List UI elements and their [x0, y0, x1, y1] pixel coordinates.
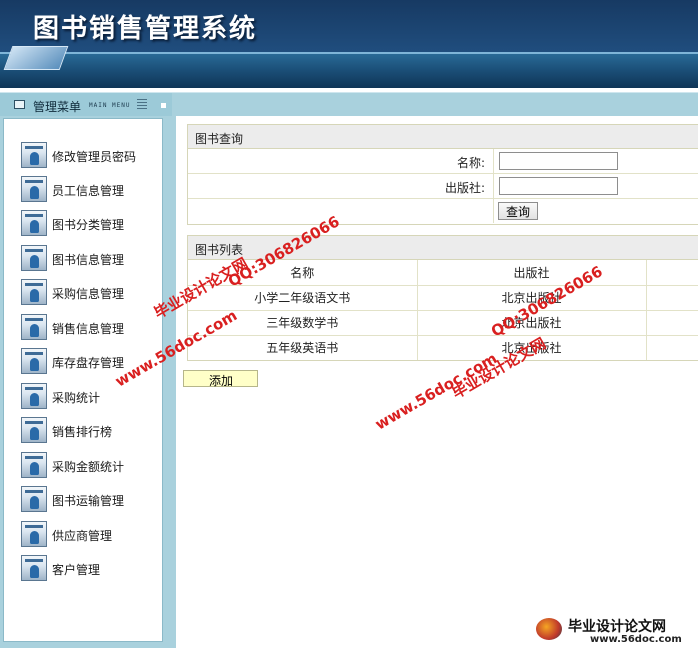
sidebar-frame: 修改管理员密码 员工信息管理 图书分类管理 图书信息管理 采购信息管理 销售信息… — [0, 116, 172, 648]
sidebar-item-label: 图书分类管理 — [52, 218, 125, 232]
query-row-actions: 查询 — [188, 199, 698, 224]
sidebar-item-book-shipping[interactable]: 图书运输管理 — [21, 484, 161, 514]
sidebar-item-supplier[interactable]: 供应商管理 — [21, 519, 161, 549]
sidebar-item-label: 采购信息管理 — [52, 287, 125, 301]
query-panel-title: 图书查询 — [188, 125, 698, 149]
menu-bar-left: 管理菜单 MAIN MENU — [0, 93, 172, 117]
menu-lines-icon — [137, 99, 147, 111]
app-title: 图书销售管理系统 — [33, 14, 258, 44]
column-header-actions — [646, 260, 698, 286]
user-icon — [21, 417, 47, 443]
menu-subtitle: MAIN MENU — [89, 102, 131, 109]
cell-actions — [646, 285, 698, 311]
sidebar-item-book-category[interactable]: 图书分类管理 — [21, 208, 161, 238]
monitor-graphic — [3, 46, 69, 70]
user-icon — [21, 176, 47, 202]
user-icon — [21, 142, 47, 168]
book-table: 名称 出版社 小学二年级语文书 北京出版社 三年级数学书 北京出版社 五年级英语… — [188, 260, 698, 360]
publisher-label: 出版社: — [188, 174, 494, 198]
table-row: 五年级英语书 北京出版社 — [188, 335, 698, 360]
menu-bar: 管理菜单 MAIN MENU — [0, 92, 698, 117]
add-button[interactable]: 添加 — [183, 370, 258, 388]
sidebar-item-label: 员工信息管理 — [52, 184, 125, 198]
user-icon — [21, 486, 47, 512]
search-button[interactable]: 查询 — [498, 202, 538, 220]
sidebar-item-purchase-info[interactable]: 采购信息管理 — [21, 277, 161, 307]
user-icon — [21, 245, 47, 271]
name-label: 名称: — [188, 149, 494, 173]
table-row: 小学二年级语文书 北京出版社 — [188, 285, 698, 311]
sidebar-item-label: 图书信息管理 — [52, 253, 125, 267]
cell-name: 小学二年级语文书 — [188, 285, 418, 311]
sidebar-item-purchase-stats[interactable]: 采购统计 — [21, 381, 161, 411]
sidebar-item-label: 修改管理员密码 — [52, 150, 137, 164]
header-band — [0, 52, 698, 88]
user-icon — [21, 383, 47, 409]
cell-actions — [646, 335, 698, 360]
sidebar-item-purchase-amount-stats[interactable]: 采购金额统计 — [21, 450, 161, 480]
sidebar-item-sales-ranking[interactable]: 销售排行榜 — [21, 415, 161, 445]
user-icon — [21, 279, 47, 305]
name-input[interactable] — [499, 152, 618, 170]
user-icon — [21, 521, 47, 547]
sidebar-item-label: 采购统计 — [52, 391, 101, 405]
user-icon — [21, 314, 47, 340]
sidebar-item-label: 库存盘存管理 — [52, 356, 125, 370]
brand-url: www.56doc.com — [590, 634, 682, 645]
column-header-publisher: 出版社 — [417, 260, 647, 286]
sidebar-item-book-info[interactable]: 图书信息管理 — [21, 243, 161, 273]
cell-actions — [646, 310, 698, 336]
sidebar-item-label: 供应商管理 — [52, 529, 113, 543]
query-action-spacer — [188, 199, 494, 223]
publisher-input[interactable] — [499, 177, 618, 195]
user-icon — [21, 452, 47, 478]
cell-name: 五年级英语书 — [188, 335, 418, 360]
query-panel: 图书查询 名称: 出版社: 查询 — [187, 124, 698, 225]
sidebar-item-change-admin-password[interactable]: 修改管理员密码 — [21, 140, 161, 170]
sidebar-item-sales-info[interactable]: 销售信息管理 — [21, 312, 161, 342]
sidebar-item-label: 图书运输管理 — [52, 494, 125, 508]
user-icon — [21, 210, 47, 236]
menu-dot-icon — [161, 103, 166, 108]
user-icon — [21, 555, 47, 581]
brand-logo-icon — [536, 618, 562, 640]
menu-window-icon — [14, 100, 25, 109]
sidebar-item-label: 采购金额统计 — [52, 460, 125, 474]
sidebar-item-employee-info[interactable]: 员工信息管理 — [21, 174, 161, 204]
sidebar-item-label: 销售信息管理 — [52, 322, 125, 336]
query-row-name: 名称: — [188, 149, 698, 174]
user-icon — [21, 348, 47, 374]
menu-title: 管理菜单 — [33, 100, 82, 114]
sidebar-item-label: 销售排行榜 — [52, 425, 113, 439]
sidebar-item-customer[interactable]: 客户管理 — [21, 553, 161, 583]
app-header: 图书销售管理系统 — [0, 0, 698, 88]
table-row: 三年级数学书 北京出版社 — [188, 310, 698, 336]
sidebar-item-label: 客户管理 — [52, 563, 101, 577]
brand-name: 毕业设计论文网 — [568, 619, 666, 635]
query-row-publisher: 出版社: — [188, 174, 698, 199]
